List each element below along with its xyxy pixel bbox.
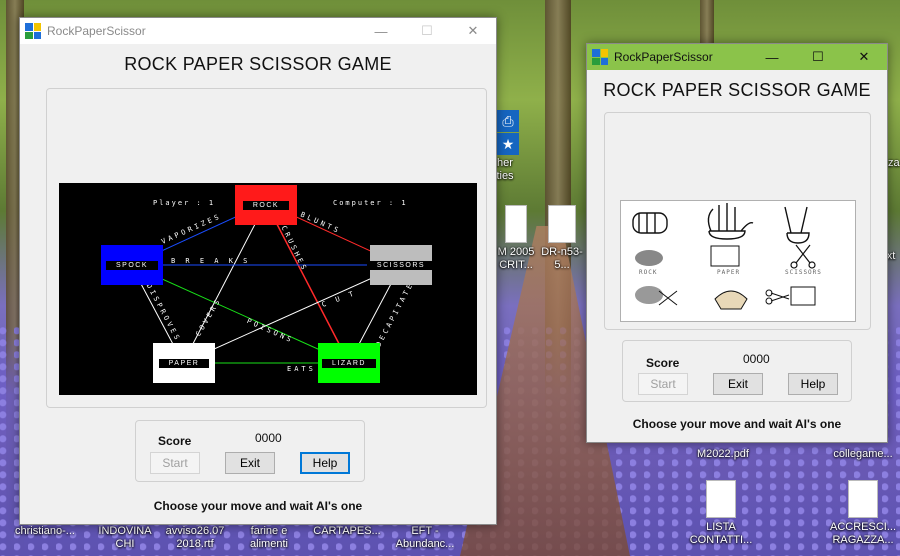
paper-hand [707, 203, 754, 240]
score-value: 0000 [743, 352, 770, 366]
score-label: Score [158, 434, 192, 448]
paper-node[interactable]: PAPER [153, 343, 215, 383]
star-icon[interactable]: ★ [497, 133, 519, 155]
rock-hand-label: ROCK [639, 269, 658, 276]
desktop-icon[interactable]: CARTAPES... [310, 525, 384, 538]
pdf-icon [848, 480, 878, 518]
minimize-icon[interactable]: — [749, 44, 795, 70]
paper-hand-label: PAPER [717, 269, 741, 276]
window-title: RockPaperScissor [614, 50, 713, 64]
score-panel: Score 0000 Start Exit Help [622, 340, 852, 402]
desktop-icon[interactable]: farine e alimenti [232, 525, 306, 551]
maximize-icon[interactable]: ☐ [795, 44, 841, 70]
edge-label-eats: EATS [287, 365, 316, 373]
scissors-node[interactable]: SCISSORS [366, 245, 436, 285]
lizard-node[interactable]: LIZARD [318, 343, 380, 383]
close-icon[interactable]: ✕ [450, 18, 496, 44]
desktop-icon[interactable]: EFT - Abundanc... [388, 525, 462, 551]
paper-item [710, 245, 740, 267]
status-text: Choose your move and wait AI's one [153, 499, 363, 513]
game-title: ROCK PAPER SCISSOR GAME [603, 80, 871, 100]
player-score-label: Player : 1 [153, 199, 216, 207]
toolbar-strip: ⎙ ★ [497, 110, 519, 156]
document-icon [706, 480, 736, 518]
desktop-icon[interactable]: ther ities [494, 157, 534, 183]
spock-node[interactable]: SPOCK [101, 245, 163, 285]
scissors-hand [784, 206, 810, 244]
desktop-icon[interactable]: ACCRESCI... RAGAZZA... [826, 480, 900, 547]
rock-hand [632, 212, 668, 234]
score-panel: Score 0000 Start Exit Help [135, 420, 365, 482]
start-button[interactable]: Start [150, 452, 200, 474]
titlebar[interactable]: RockPaperScissor — ☐ ✕ [587, 44, 887, 70]
rock-vs-scissors [635, 286, 663, 304]
exit-button[interactable]: Exit [225, 452, 275, 474]
document-icon [505, 205, 527, 243]
document-icon [548, 205, 576, 243]
status-text: Choose your move and wait AI's one [632, 417, 842, 431]
rock-item [635, 250, 663, 266]
game-window-main: RockPaperScissor — ☐ ✕ ROCK PAPER SCISSO… [19, 17, 497, 525]
exit-button[interactable]: Exit [713, 373, 763, 395]
desktop-icon[interactable]: collegame... [826, 448, 900, 461]
maximize-icon[interactable]: ☐ [404, 18, 450, 44]
game-board[interactable]: Player : 1 Computer : 1 VAPORIZES BLUNTS… [59, 183, 477, 395]
start-button[interactable]: Start [638, 373, 688, 395]
edge-label-breaks: B R E A K S [171, 257, 251, 265]
titlebar[interactable]: RockPaperScissor — ☐ ✕ [20, 18, 496, 44]
rock-node[interactable]: ROCK [235, 185, 297, 225]
game-title: ROCK PAPER SCISSOR GAME [124, 54, 392, 74]
computer-score-label: Computer : 1 [333, 199, 408, 207]
help-button[interactable]: Help [300, 452, 350, 474]
desktop-icon[interactable]: INDOVINA CHI [88, 525, 162, 551]
score-value: 0000 [255, 431, 282, 445]
app-icon [25, 23, 41, 39]
close-icon[interactable]: ✕ [841, 44, 887, 70]
desktop-icon[interactable]: avviso26.07 2018.rtf [158, 525, 232, 551]
window-title: RockPaperScissor [47, 24, 146, 38]
desktop-icon[interactable]: LISTA CONTATTI... [684, 480, 758, 547]
desktop-icon[interactable]: M2022.pdf [686, 448, 760, 461]
scissors-item [790, 244, 816, 269]
scissors-vs-paper [765, 286, 816, 306]
app-icon [592, 49, 608, 65]
paper-vs-rock [714, 290, 748, 310]
help-button[interactable]: Help [788, 373, 838, 395]
desktop-icon[interactable]: DR-n53-5... [536, 205, 588, 272]
minimize-icon[interactable]: — [358, 18, 404, 44]
printer-icon[interactable]: ⎙ [497, 110, 519, 132]
desktop-icon[interactable]: M 2005 CRIT... [494, 205, 538, 272]
hand-illustrations [632, 203, 816, 310]
score-label: Score [646, 356, 680, 370]
desktop-icon[interactable]: christiano-... [0, 525, 90, 538]
scissors-hand-label: SCISSORS [785, 269, 822, 276]
hand-choices[interactable]: ROCK PAPER SCISSORS [620, 200, 856, 322]
game-window-second: RockPaperScissor — ☐ ✕ ROCK PAPER SCISSO… [586, 43, 888, 443]
